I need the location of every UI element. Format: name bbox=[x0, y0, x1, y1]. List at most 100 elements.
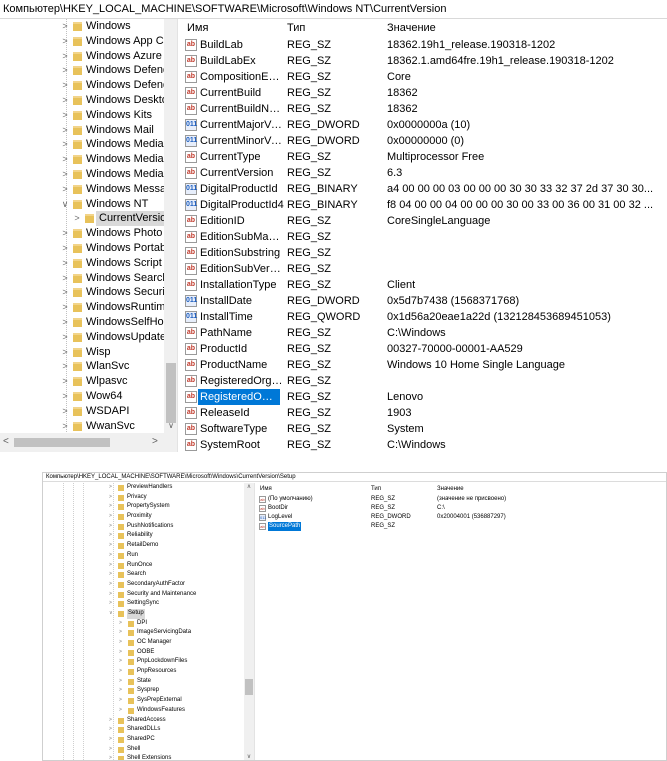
chevron-right-icon[interactable]: > bbox=[60, 241, 70, 256]
registry-value-row[interactable]: 011 DigitalProductId4 REG_BINARY f8 04 00 0… bbox=[182, 197, 667, 213]
tree-item[interactable]: > Run bbox=[43, 551, 254, 561]
tree-item[interactable]: > RunOnce bbox=[43, 561, 254, 571]
tree-vertical-scrollbar[interactable]: ∨ bbox=[164, 19, 177, 433]
tree-item[interactable]: > Windows Script H bbox=[0, 256, 172, 271]
tree-item[interactable]: > PreviewHandlers bbox=[43, 483, 254, 493]
tree-item[interactable]: > Privacy bbox=[43, 493, 254, 503]
tree-item[interactable]: > DPI bbox=[43, 619, 254, 629]
chevron-right-icon[interactable]: > bbox=[119, 657, 122, 667]
tree-item[interactable]: > Sysprep bbox=[43, 686, 254, 696]
tree-item[interactable]: > Windows Defende bbox=[0, 78, 175, 93]
chevron-right-icon[interactable]: > bbox=[60, 123, 70, 138]
chevron-right-icon[interactable]: > bbox=[72, 211, 82, 226]
tree-item[interactable]: > PropertySystem bbox=[43, 502, 254, 512]
registry-value-row[interactable]: ab EditionSubManu... REG_SZ bbox=[182, 229, 667, 245]
column-header-type[interactable]: Тип bbox=[371, 486, 381, 492]
column-header-name[interactable]: Имя bbox=[260, 486, 272, 492]
scroll-left-arrow-icon[interactable]: < bbox=[3, 436, 9, 447]
tree-item[interactable]: > SysPrepExternal bbox=[43, 696, 254, 706]
registry-value-row[interactable]: ab (По умолчанию) REG_SZ (значение не присв… bbox=[257, 495, 666, 504]
chevron-right-icon[interactable]: > bbox=[109, 531, 112, 541]
tree-item[interactable]: > OOBE bbox=[43, 648, 254, 658]
tree-item[interactable]: > Windows Mail bbox=[0, 123, 164, 138]
tree-item[interactable]: > Windows Azure E bbox=[0, 49, 172, 64]
tree-item[interactable]: > Wisp bbox=[0, 345, 164, 360]
tree-item[interactable]: > SharedPC bbox=[43, 735, 254, 745]
chevron-right-icon[interactable]: > bbox=[60, 389, 70, 404]
chevron-right-icon[interactable]: > bbox=[60, 330, 70, 345]
chevron-right-icon[interactable]: > bbox=[60, 78, 70, 93]
chevron-right-icon[interactable]: > bbox=[60, 167, 70, 182]
tree-item[interactable]: > CurrentVersion bbox=[0, 211, 172, 227]
chevron-right-icon[interactable]: > bbox=[119, 667, 122, 677]
chevron-right-icon[interactable]: > bbox=[109, 735, 112, 745]
tree-item[interactable]: ∨ Windows NT bbox=[0, 197, 164, 212]
tree-item[interactable]: > Windows Photo V bbox=[0, 226, 172, 241]
registry-value-row[interactable]: 011 InstallDate REG_DWORD 0x5d7b7438 (15683… bbox=[182, 293, 667, 309]
registry-value-row[interactable]: ab SourcePath REG_SZ bbox=[257, 522, 666, 531]
chevron-right-icon[interactable]: > bbox=[60, 374, 70, 389]
registry-value-row[interactable]: ab EditionSubVersion REG_SZ bbox=[182, 261, 667, 277]
chevron-right-icon[interactable]: > bbox=[119, 686, 122, 696]
registry-value-row[interactable]: ab ReleaseId REG_SZ 1903 bbox=[182, 405, 667, 421]
chevron-right-icon[interactable]: > bbox=[60, 419, 70, 434]
tree-item[interactable]: > Shell Extensions bbox=[43, 754, 254, 760]
tree-item[interactable]: > Windows Search bbox=[0, 271, 168, 286]
chevron-right-icon[interactable]: > bbox=[119, 628, 122, 638]
scroll-down-arrow-icon[interactable]: ∨ bbox=[164, 421, 177, 430]
registry-value-row[interactable]: ab ProductId REG_SZ 00327-70000-00001-AA529 bbox=[182, 341, 667, 357]
registry-value-row[interactable]: ab CurrentBuildNu... REG_SZ 18362 bbox=[182, 101, 667, 117]
chevron-right-icon[interactable]: > bbox=[109, 754, 112, 760]
scroll-thumb[interactable] bbox=[166, 363, 176, 423]
chevron-right-icon[interactable]: > bbox=[60, 345, 70, 360]
chevron-right-icon[interactable]: > bbox=[109, 502, 112, 512]
registry-value-row[interactable]: ab SoftwareType REG_SZ System bbox=[182, 421, 667, 437]
chevron-right-icon[interactable]: > bbox=[60, 226, 70, 241]
registry-value-row[interactable]: ab RegisteredOwner REG_SZ Lenovo bbox=[182, 389, 667, 405]
chevron-right-icon[interactable]: > bbox=[109, 522, 112, 532]
tree-item[interactable]: > Windows bbox=[0, 19, 164, 34]
registry-value-row[interactable]: ab EditionID REG_SZ CoreSingleLanguage bbox=[182, 213, 667, 229]
chevron-right-icon[interactable]: > bbox=[109, 570, 112, 580]
registry-value-row[interactable]: ab CurrentVersion REG_SZ 6.3 bbox=[182, 165, 667, 181]
scroll-down-arrow-icon[interactable]: ∨ bbox=[244, 753, 254, 760]
chevron-right-icon[interactable]: > bbox=[60, 152, 70, 167]
tree-item[interactable]: > Windows Desktop bbox=[0, 93, 174, 108]
tree-item[interactable]: > PushNotifications bbox=[43, 522, 254, 532]
chevron-right-icon[interactable]: > bbox=[109, 483, 112, 493]
tree-vertical-scrollbar[interactable]: ∧ ∨ bbox=[244, 483, 254, 760]
tree-item[interactable]: > Windows App Cer bbox=[0, 34, 173, 49]
scroll-thumb[interactable] bbox=[14, 438, 110, 447]
tree-item[interactable]: > WindowsUpdate bbox=[0, 330, 166, 345]
tree-item[interactable]: > Windows Kits bbox=[0, 108, 164, 123]
tree-item[interactable]: > SecondaryAuthFactor bbox=[43, 580, 254, 590]
tree-item[interactable]: > Wow64 bbox=[0, 389, 164, 404]
tree-item[interactable]: > SettingSync bbox=[43, 599, 254, 609]
tree-item[interactable]: > RetailDemo bbox=[43, 541, 254, 551]
tree-item[interactable]: > Search bbox=[43, 570, 254, 580]
column-header-type[interactable]: Тип bbox=[287, 22, 305, 34]
tree-item[interactable]: > PnpResources bbox=[43, 667, 254, 677]
tree-item[interactable]: > Windows Defende bbox=[0, 63, 175, 78]
tree-item[interactable]: > Proximity bbox=[43, 512, 254, 522]
chevron-right-icon[interactable]: > bbox=[109, 716, 112, 726]
chevron-right-icon[interactable]: > bbox=[60, 359, 70, 374]
chevron-right-icon[interactable]: > bbox=[109, 725, 112, 735]
tree-item[interactable]: > WindowsFeatures bbox=[43, 706, 254, 716]
chevron-right-icon[interactable]: > bbox=[119, 677, 122, 687]
chevron-right-icon[interactable]: > bbox=[109, 561, 112, 571]
registry-value-row[interactable]: 011 InstallTime REG_QWORD 0x1d56a20eae1a22d… bbox=[182, 309, 667, 325]
registry-value-row[interactable]: ab ProductName REG_SZ Windows 10 Home Singl… bbox=[182, 357, 667, 373]
tree-horizontal-scrollbar[interactable]: < > bbox=[0, 433, 177, 452]
tree-item[interactable]: > SharedAccess bbox=[43, 716, 254, 726]
column-header-name[interactable]: Имя bbox=[187, 22, 208, 34]
chevron-right-icon[interactable]: > bbox=[119, 706, 122, 716]
chevron-right-icon[interactable]: > bbox=[60, 271, 70, 286]
registry-value-row[interactable]: ab InstallationType REG_SZ Client bbox=[182, 277, 667, 293]
column-header-value[interactable]: Значение bbox=[387, 22, 436, 34]
tree-item[interactable]: > Windows Security bbox=[0, 285, 173, 300]
registry-value-row[interactable]: ab BuildLabEx REG_SZ 18362.1.amd64fre.19h1_… bbox=[182, 53, 667, 69]
scroll-right-arrow-icon[interactable]: > bbox=[152, 436, 158, 447]
registry-value-row[interactable]: ab BootDir REG_SZ C:\ bbox=[257, 504, 666, 513]
tree-item[interactable]: > Reliability bbox=[43, 531, 254, 541]
